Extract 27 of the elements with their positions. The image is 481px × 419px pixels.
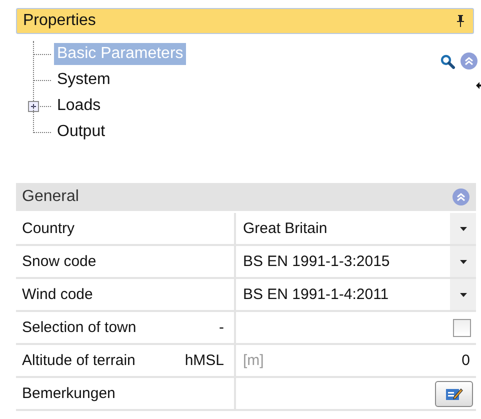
property-label: Altitude of terrain [22, 352, 136, 369]
dropdown-value[interactable]: BS EN 1991-1-4:2011 [243, 286, 389, 303]
unit-label: [m] [243, 352, 264, 369]
panel-title: Properties [23, 12, 96, 30]
property-label: Selection of town [22, 319, 136, 336]
dropdown-value[interactable]: BS EN 1991-1-3:2015 [243, 253, 390, 270]
checkbox[interactable] [453, 318, 471, 336]
property-label: Snow code [22, 253, 96, 270]
property-label: Country [22, 220, 75, 237]
search-icon[interactable] [440, 54, 455, 68]
edit-button[interactable] [435, 380, 473, 406]
tree-item[interactable]: Loads [54, 95, 104, 117]
property-symbol: - [219, 319, 224, 336]
property-label: Wind code [22, 286, 93, 303]
collapse-icon[interactable] [452, 188, 470, 206]
section-header[interactable]: General [16, 183, 476, 213]
number-value[interactable]: 0 [462, 352, 470, 369]
tree-item[interactable]: System [54, 69, 114, 91]
section-title: General [22, 188, 79, 206]
expand-toggle-icon[interactable] [28, 101, 39, 112]
property-symbol: hMSL [184, 352, 224, 369]
tree-item[interactable]: Output [54, 121, 108, 143]
collapse-icon[interactable] [460, 52, 478, 70]
edit-form-icon [445, 386, 463, 400]
property-label: Bemerkungen [22, 385, 116, 402]
dropdown-value[interactable]: Great Britain [243, 220, 328, 237]
pin-icon[interactable] [456, 15, 465, 27]
